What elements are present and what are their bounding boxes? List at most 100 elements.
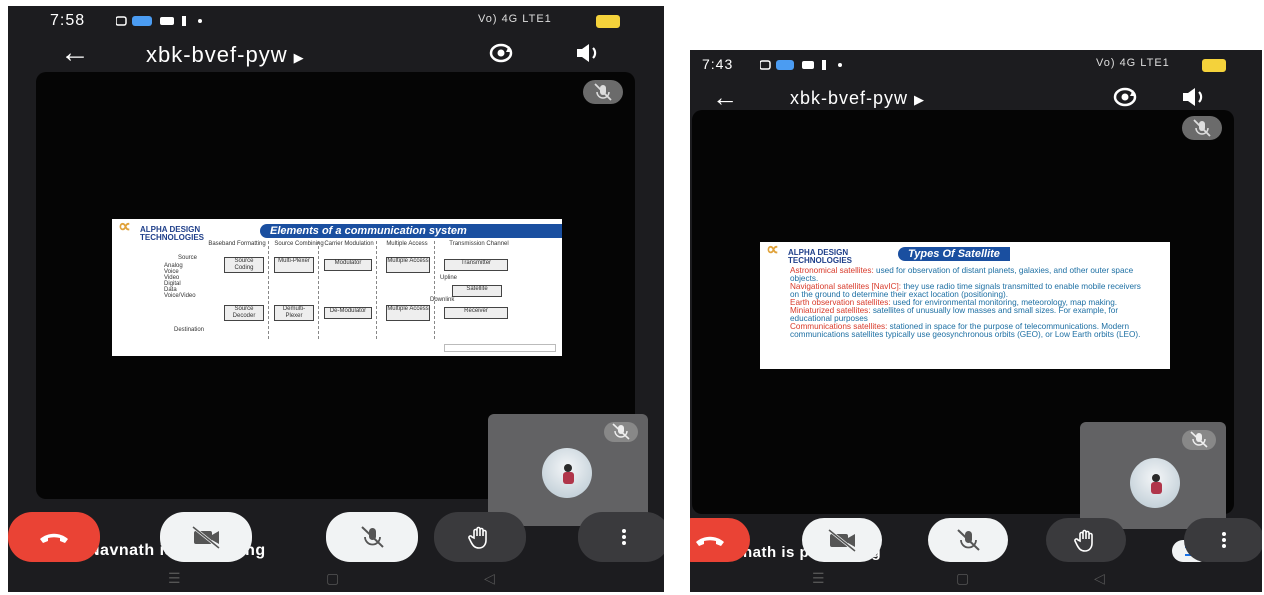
destination-label: Destination: [174, 327, 205, 333]
meeting-code: xbk-bvef-pyw ▶: [790, 88, 926, 108]
camera-switch-icon[interactable]: [486, 40, 516, 66]
downlink-label: Downlink: [430, 297, 455, 303]
pip-mic-off-badge: [1182, 430, 1216, 450]
diagram-box: Transmitter: [444, 259, 508, 271]
home-icon[interactable]: ▢: [326, 570, 339, 587]
uplink-label: Upline: [440, 275, 458, 281]
diagram-box: Source Decoder: [224, 305, 264, 321]
self-view-tile[interactable]: [488, 414, 648, 526]
mic-toggle-button[interactable]: [928, 518, 1008, 562]
more-vert-icon: [622, 529, 626, 545]
column-header: Baseband Formatting: [208, 241, 266, 247]
raise-hand-button[interactable]: [1046, 518, 1126, 562]
notification-icons: [116, 16, 202, 26]
mic-off-icon: [594, 83, 612, 101]
presentation-stage: ∝ ALPHA DESIGN TECHNOLOGIES Types Of Sat…: [692, 110, 1234, 562]
status-bar: 7:43 Vo) 4G LTE1: [690, 50, 1262, 80]
more-options-button[interactable]: [578, 512, 664, 562]
diagram-box: De-Modulator: [324, 307, 372, 319]
raise-hand-icon: [1074, 529, 1093, 552]
mic-off-icon: [1193, 119, 1211, 137]
call-controls: [690, 518, 1262, 562]
alpha-logo-icon: ∝: [118, 219, 131, 236]
avatar: [1130, 458, 1180, 508]
column-header: Multiple Access: [386, 241, 428, 247]
video-toggle-button[interactable]: [802, 518, 882, 562]
battery-icon: [596, 15, 620, 28]
divider: [434, 241, 435, 339]
divider: [376, 241, 377, 339]
recents-icon[interactable]: ☰: [168, 570, 181, 587]
home-icon[interactable]: ▢: [956, 570, 969, 587]
satellite-types-list: Astronomical satellites: used for observ…: [790, 266, 1150, 339]
source-types: Analog Voice Video Digital Data Voice/Vi…: [164, 263, 196, 299]
end-call-icon: [696, 536, 724, 546]
expand-arrow-icon[interactable]: ▶: [914, 92, 925, 107]
more-options-button[interactable]: [1184, 518, 1262, 562]
slide-title: Elements of a communication system: [260, 224, 562, 238]
call-controls: [8, 512, 664, 564]
person-figure-icon: [1151, 474, 1162, 494]
video-off-icon: [828, 528, 856, 553]
diagram-box: Satellite: [452, 285, 502, 297]
phone-screenshot-left: 7:58 Vo) 4G LTE1 ← xbk-bvef-pyw ▶ ∝ ALPH…: [8, 6, 664, 592]
diagram-box: Multiple Access: [386, 257, 430, 273]
back-arrow-icon[interactable]: ←: [712, 82, 738, 112]
system-nav-bar: ☰ ▢ ◁: [8, 564, 664, 592]
status-bar: 7:58 Vo) 4G LTE1: [8, 6, 664, 36]
speaker-icon[interactable]: [1180, 84, 1208, 110]
expand-arrow-icon[interactable]: ▶: [294, 50, 305, 65]
battery-icon: [1202, 59, 1226, 72]
slide-footer: [444, 344, 556, 352]
diagram-box: Source Coding: [224, 257, 264, 273]
alpha-logo-icon: ∝: [766, 242, 779, 259]
source-label: Source: [178, 255, 198, 261]
stage-mic-off-badge: [583, 80, 623, 104]
signal-indicator: Vo) 4G LTE1: [1096, 57, 1170, 69]
raise-hand-button[interactable]: [434, 512, 526, 562]
slide-title: Types Of Satellite: [898, 247, 1010, 261]
end-call-button[interactable]: [690, 518, 750, 562]
back-nav-icon[interactable]: ◁: [1094, 570, 1105, 587]
status-time: 7:43: [702, 56, 734, 72]
column-header: Transmission Channel: [449, 241, 509, 247]
comm-system-diagram: Baseband Formatting Source Combining Car…: [112, 241, 562, 351]
video-toggle-button[interactable]: [160, 512, 252, 562]
pip-mic-off-badge: [604, 422, 638, 442]
diagram-box: Modulator: [324, 259, 372, 271]
more-vert-icon: [1222, 532, 1226, 548]
diagram-box: Multi-Plexer: [274, 257, 314, 273]
system-nav-bar: ☰ ▢ ◁: [690, 564, 1262, 592]
mic-off-icon: [361, 526, 384, 548]
back-arrow-icon[interactable]: ←: [60, 38, 90, 68]
status-time: 7:58: [50, 12, 86, 29]
speaker-icon[interactable]: [574, 40, 602, 66]
diagram-box: Receiver: [444, 307, 508, 319]
meeting-code: xbk-bvef-pyw ▶: [146, 42, 305, 67]
diagram-box: Demulti-Plexer: [274, 305, 314, 321]
recents-icon[interactable]: ☰: [812, 570, 825, 587]
camera-switch-icon[interactable]: [1110, 84, 1140, 110]
signal-indicator: Vo) 4G LTE1: [478, 13, 552, 25]
notification-icons: [760, 60, 842, 70]
mic-toggle-button[interactable]: [326, 512, 418, 562]
end-call-icon: [40, 533, 68, 543]
mic-off-icon: [1190, 431, 1208, 448]
stage-mic-off-badge: [1182, 116, 1222, 140]
back-nav-icon[interactable]: ◁: [484, 570, 495, 587]
self-view-tile[interactable]: [1080, 422, 1226, 529]
phone-screenshot-right: 7:43 Vo) 4G LTE1 ← xbk-bvef-pyw ▶ ∝ ALPH…: [690, 50, 1262, 592]
video-off-icon: [192, 525, 220, 550]
column-header: Carrier Modulation: [324, 241, 374, 247]
divider: [318, 241, 319, 339]
avatar: [542, 448, 592, 498]
person-figure-icon: [563, 464, 574, 484]
diagram-box: Multiple Access: [386, 305, 430, 321]
shared-slide: ∝ ALPHA DESIGN TECHNOLOGIES Types Of Sat…: [760, 242, 1170, 369]
mic-off-icon: [612, 423, 630, 440]
mic-off-icon: [957, 529, 980, 551]
presentation-stage: ∝ ALPHA DESIGN TECHNOLOGIES Elements of …: [36, 72, 648, 559]
raise-hand-icon: [468, 526, 487, 549]
end-call-button[interactable]: [8, 512, 100, 562]
divider: [268, 241, 269, 339]
